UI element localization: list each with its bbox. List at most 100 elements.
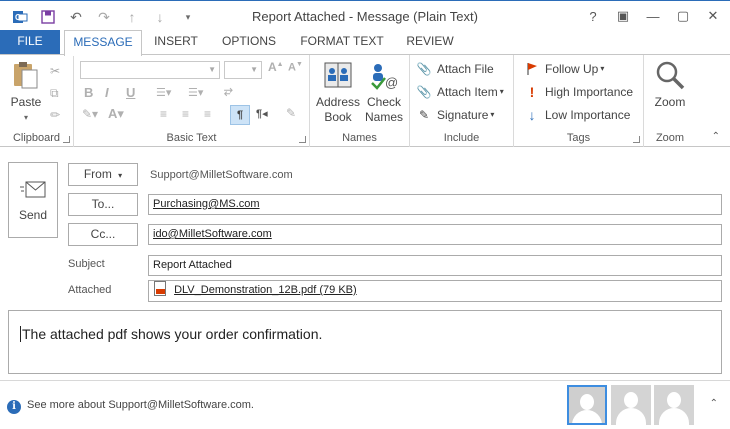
text-cursor: [20, 326, 21, 342]
align-left-icon[interactable]: ≡: [160, 107, 167, 121]
ribbon-tabs: FILE MESSAGE INSERT OPTIONS FORMAT TEXT …: [0, 30, 730, 56]
attach-file-label: Attach File: [437, 62, 494, 76]
zoom-group: Zoom Zoom: [644, 55, 696, 147]
align-right-icon[interactable]: ≡: [204, 107, 211, 121]
tab-options[interactable]: OPTIONS: [216, 30, 282, 55]
font-size-combo[interactable]: ▼: [224, 61, 262, 79]
subject-value: Report Attached: [153, 259, 232, 271]
chevron-down-icon: ▾: [499, 87, 504, 96]
check-names-button[interactable]: @ Check Names: [362, 59, 406, 125]
follow-up-button[interactable]: Follow Up ▾: [524, 59, 604, 79]
help-button[interactable]: ?: [578, 5, 608, 27]
to-recipient[interactable]: Purchasing@MS.com: [153, 198, 260, 210]
people-info-text[interactable]: See more about Support@MilletSoftware.co…: [27, 399, 254, 411]
basic-text-dialog-launcher-icon[interactable]: [299, 136, 306, 143]
from-value: Support@MilletSoftware.com: [150, 169, 293, 181]
avatar[interactable]: [611, 385, 651, 425]
tab-review[interactable]: REVIEW: [400, 30, 460, 55]
minimize-button[interactable]: —: [638, 5, 668, 27]
maximize-button[interactable]: ▢: [668, 5, 698, 27]
tab-insert[interactable]: INSERT: [148, 30, 204, 55]
clear-formatting-icon[interactable]: ⥂: [224, 85, 233, 98]
svg-text:@: @: [385, 75, 398, 90]
message-body[interactable]: The attached pdf shows your order confir…: [8, 310, 722, 374]
font-color-icon[interactable]: A▾: [108, 106, 124, 122]
tab-format-text[interactable]: FORMAT TEXT: [294, 30, 390, 55]
expand-people-pane-icon[interactable]: ⌃: [710, 398, 718, 409]
ribbon-display-options-button[interactable]: ▣: [608, 5, 638, 27]
bold-icon[interactable]: B: [84, 85, 93, 100]
zoom-group-label: Zoom: [655, 132, 685, 144]
chevron-down-icon: ▾: [118, 171, 123, 180]
italic-icon[interactable]: I: [105, 85, 109, 100]
format-painter-icon[interactable]: ✏: [50, 105, 60, 125]
paste-icon: [10, 59, 42, 91]
exclamation-icon: !: [529, 84, 535, 100]
attach-item-icon: 📎: [416, 85, 432, 99]
address-book-label-1: Address: [315, 95, 361, 109]
check-names-label-1: Check: [366, 95, 401, 109]
cut-icon[interactable]: ✂: [50, 61, 60, 81]
signature-label: Signature: [437, 108, 489, 122]
window-controls: ? ▣ — ▢ ✕: [578, 5, 728, 27]
tab-message[interactable]: MESSAGE: [64, 30, 142, 56]
cc-recipient[interactable]: ido@MilletSoftware.com: [153, 228, 272, 240]
message-body-text: The attached pdf shows your order confir…: [22, 326, 323, 342]
tags-group-label: Tags: [566, 132, 591, 144]
avatar[interactable]: [654, 385, 694, 425]
attach-file-button[interactable]: 📎 Attach File: [416, 59, 494, 79]
font-name-combo[interactable]: ▼: [80, 61, 220, 79]
chevron-down-icon: ▼: [208, 65, 216, 74]
send-label: Send: [18, 208, 48, 222]
bullets-icon[interactable]: ☰▾: [156, 86, 171, 99]
person-icon: [667, 392, 681, 408]
send-button[interactable]: Send: [8, 162, 58, 238]
low-importance-label: Low Importance: [545, 108, 631, 122]
paste-dropdown-icon[interactable]: ▾: [6, 110, 46, 125]
cc-field[interactable]: ido@MilletSoftware.com: [148, 224, 722, 245]
shrink-font-icon[interactable]: A▼: [288, 61, 303, 74]
ribbon: Paste ▾ ✂ ⧉ ✏ Clipboard ▼ ▼ A▲ A▼ B I U …: [0, 54, 730, 147]
collapse-ribbon-icon[interactable]: ⌃: [712, 131, 720, 142]
tags-group: Follow Up ▾ ! High Importance ↓ Low Impo…: [514, 55, 644, 147]
address-book-button[interactable]: Address Book: [314, 59, 362, 125]
numbering-icon[interactable]: ☰▾: [188, 86, 203, 99]
chevron-down-icon: ▼: [250, 65, 258, 74]
clipboard-dialog-launcher-icon[interactable]: [63, 136, 70, 143]
signature-button[interactable]: ✎ Signature ▾: [416, 105, 494, 125]
subject-field[interactable]: Report Attached: [148, 255, 722, 276]
high-importance-button[interactable]: ! High Importance: [524, 82, 633, 102]
avatar[interactable]: [567, 385, 607, 425]
tags-dialog-launcher-icon[interactable]: [633, 136, 640, 143]
attachment-field[interactable]: DLV_Demonstration_12B.pdf (79 KB): [148, 280, 722, 302]
cc-button[interactable]: Cc...: [68, 223, 138, 246]
attachment-link[interactable]: DLV_Demonstration_12B.pdf (79 KB): [174, 284, 357, 296]
attach-item-label: Attach Item: [437, 85, 498, 99]
zoom-button[interactable]: Zoom: [650, 59, 690, 110]
underline-icon[interactable]: U: [126, 85, 135, 100]
from-button-label: From: [83, 167, 112, 181]
basic-text-group-label: Basic Text: [166, 132, 217, 144]
align-center-icon[interactable]: ≡: [182, 107, 189, 121]
copy-icon[interactable]: ⧉: [50, 83, 59, 103]
attached-label: Attached: [68, 284, 112, 296]
style-icon[interactable]: ✎: [286, 106, 296, 120]
highlight-icon[interactable]: ✎▾: [82, 107, 98, 121]
to-field[interactable]: Purchasing@MS.com: [148, 194, 722, 215]
from-button[interactable]: From ▾: [68, 163, 138, 186]
to-button[interactable]: To...: [68, 193, 138, 216]
paste-button[interactable]: Paste ▾: [6, 59, 46, 125]
close-button[interactable]: ✕: [698, 5, 728, 27]
paperclip-icon: 📎: [416, 62, 432, 76]
right-to-left-icon[interactable]: ¶◂: [256, 107, 268, 120]
grow-font-icon[interactable]: A▲: [268, 60, 284, 74]
chevron-down-icon: ▾: [490, 110, 495, 119]
attach-item-button[interactable]: 📎 Attach Item ▾: [416, 82, 504, 102]
paste-label: Paste: [10, 95, 42, 109]
magnifier-icon: [654, 59, 686, 91]
low-importance-button[interactable]: ↓ Low Importance: [524, 105, 631, 125]
check-names-label-2: Names: [364, 110, 403, 124]
person-icon: [624, 392, 638, 408]
tab-file[interactable]: FILE: [0, 30, 60, 55]
left-to-right-icon[interactable]: ¶: [230, 105, 250, 125]
